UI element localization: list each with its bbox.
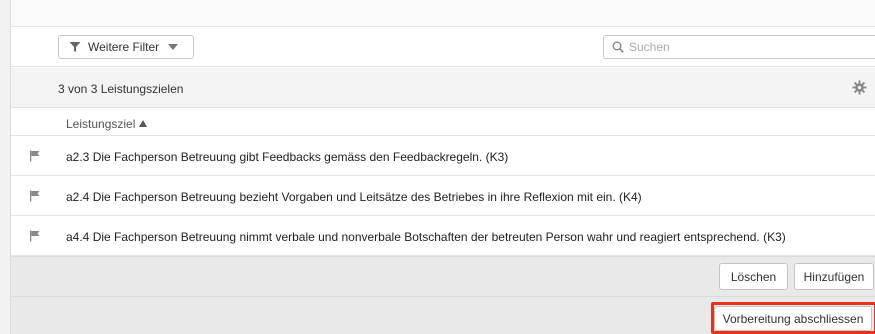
column-header-leistungsziel[interactable]: Leistungsziel <box>11 108 875 136</box>
list-actions-bar: Löschen Hinzufügen <box>11 256 875 296</box>
result-count-row: 3 von 3 Leistungszielen <box>11 68 875 108</box>
flag-icon <box>30 190 40 202</box>
result-count: 3 von 3 Leistungszielen <box>58 82 184 96</box>
filter-bar: Weitere Filter <box>11 27 875 67</box>
list-item[interactable]: a4.4 Die Fachperson Betreuung nimmt verb… <box>11 216 875 256</box>
flag-icon <box>30 150 40 162</box>
sort-ascending-icon <box>139 120 147 127</box>
list-item-text: a2.4 Die Fachperson Betreuung bezieht Vo… <box>66 190 642 204</box>
magnifier-icon <box>612 41 624 53</box>
list-item[interactable]: a2.3 Die Fachperson Betreuung gibt Feedb… <box>11 136 875 176</box>
search-box[interactable] <box>603 35 875 59</box>
more-filters-label: Weitere Filter <box>88 40 160 54</box>
main-panel: Weitere Filter 3 von 3 Leistungszielen <box>10 0 875 334</box>
flag-icon <box>30 230 40 242</box>
column-header-label: Leistungsziel <box>66 117 136 131</box>
delete-button[interactable]: Löschen <box>719 263 788 290</box>
caret-down-icon <box>168 44 179 50</box>
list-item-text: a4.4 Die Fachperson Betreuung nimmt verb… <box>66 230 786 244</box>
highlight-frame <box>711 302 875 334</box>
list-item-text: a2.3 Die Fachperson Betreuung gibt Feedb… <box>66 150 509 164</box>
search-input[interactable] <box>629 40 859 54</box>
more-filters-button[interactable]: Weitere Filter <box>58 35 194 59</box>
add-button[interactable]: Hinzufügen <box>794 263 874 290</box>
gear-icon[interactable] <box>852 80 867 95</box>
list-item[interactable]: a2.4 Die Fachperson Betreuung bezieht Vo… <box>11 176 875 216</box>
funnel-icon <box>69 42 81 52</box>
top-strip <box>11 0 875 27</box>
